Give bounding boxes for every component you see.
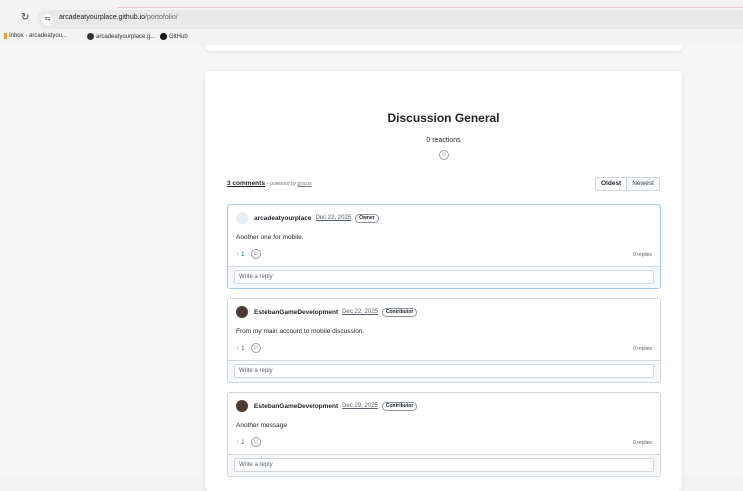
comment-actions: ↑ 1 ☺ (236, 343, 261, 353)
comment: EstebanGameDevelopment Dec 29, 2025 Cont… (227, 392, 661, 477)
comment-actions: ↑ 1 ☺ (236, 437, 261, 447)
github-icon (160, 33, 167, 40)
github-icon (87, 33, 94, 40)
replies-count: 0 replies (633, 346, 652, 352)
previous-card (205, 45, 682, 51)
comment-body: Another one for mobile. (236, 234, 304, 241)
comment-author[interactable]: EstebanGameDevelopment (254, 309, 338, 316)
upvote-button[interactable]: ↑ 1 (236, 345, 245, 352)
comment: arcadeatyourplace Dec 22, 2025 Owner Ano… (227, 204, 661, 289)
add-reaction-icon[interactable]: ☺ (250, 437, 261, 447)
upvote-button[interactable]: ↑ 1 (236, 439, 245, 446)
reply-area: Write a reply (228, 360, 660, 382)
bookmark-arcadeatyourplace[interactable]: arcadeatyourplace.g... (87, 33, 155, 40)
site-info-icon[interactable]: ⇆ (42, 14, 53, 25)
discussion-title: Discussion General (387, 111, 500, 125)
sort-oldest-button[interactable]: Oldest (595, 177, 628, 191)
comment-date[interactable]: Dec 22, 2025 (342, 309, 378, 315)
role-badge: Contributor (381, 307, 418, 317)
add-reaction-icon[interactable]: ☺ (250, 343, 261, 353)
avatar[interactable] (236, 306, 248, 318)
page-content: Discussion General 0 reactions ☺ 3 comme… (0, 45, 743, 491)
address-bar[interactable]: ⇆ arcadeatyourplace.github.io/portofolio… (37, 10, 743, 29)
comment-header: EstebanGameDevelopment Dec 29, 2025 Cont… (236, 400, 418, 412)
reply-input[interactable]: Write a reply (234, 364, 654, 378)
comment-date[interactable]: Dec 29, 2025 (342, 403, 378, 409)
avatar[interactable] (236, 400, 248, 412)
reply-input[interactable]: Write a reply (234, 458, 654, 472)
comment-body: Another message (236, 422, 287, 429)
bookmark-inbox[interactable]: Inbox - arcadeatyou... (4, 33, 67, 39)
comment-header: EstebanGameDevelopment Dec 22, 2025 Cont… (236, 306, 418, 318)
mail-icon (4, 33, 7, 39)
tab-strip-edge (118, 7, 743, 8)
comment: EstebanGameDevelopment Dec 22, 2025 Cont… (227, 298, 661, 383)
sort-toggle: Oldest Newest (595, 177, 660, 191)
add-reaction-icon[interactable]: ☺ (250, 249, 261, 259)
giscus-link[interactable]: giscus (297, 181, 311, 187)
reload-icon[interactable]: ↻ (21, 12, 29, 23)
reply-area: Write a reply (228, 266, 660, 288)
comment-date[interactable]: Dec 22, 2025 (315, 215, 351, 221)
bookmarks-bar: Inbox - arcadeatyou... arcadeatyourplace… (0, 31, 743, 45)
reactions-count: 0 reactions (426, 137, 461, 144)
comment-header: arcadeatyourplace Dec 22, 2025 Owner (236, 212, 379, 224)
comment-author[interactable]: arcadeatyourplace (254, 215, 311, 222)
role-badge: Contributor (381, 401, 418, 411)
replies-count: 0 replies (633, 252, 652, 258)
url-text[interactable]: arcadeatyourplace.github.io/portofolio/ (59, 14, 178, 21)
role-badge: Owner (355, 213, 379, 223)
bookmark-github[interactable]: GitHub (160, 33, 188, 40)
comment-body: From my main account to mobile discussio… (236, 328, 365, 335)
sort-newest-button[interactable]: Newest (627, 177, 660, 191)
browser-toolbar: ↻ ⇆ arcadeatyourplace.github.io/portofol… (0, 0, 743, 31)
reply-input[interactable]: Write a reply (234, 270, 654, 284)
powered-by: – powered by giscus (266, 181, 312, 187)
comment-author[interactable]: EstebanGameDevelopment (254, 403, 338, 410)
reply-area: Write a reply (228, 454, 660, 476)
add-reaction-icon[interactable]: ☺ (439, 150, 449, 160)
avatar[interactable] (236, 212, 248, 224)
upvote-button[interactable]: ↑ 1 (236, 251, 245, 258)
replies-count: 0 replies (633, 440, 652, 446)
discussion-card: Discussion General 0 reactions ☺ 3 comme… (205, 71, 682, 491)
comment-actions: ↑ 1 ☺ (236, 249, 261, 259)
comments-count-link[interactable]: 3 comments (227, 180, 265, 187)
